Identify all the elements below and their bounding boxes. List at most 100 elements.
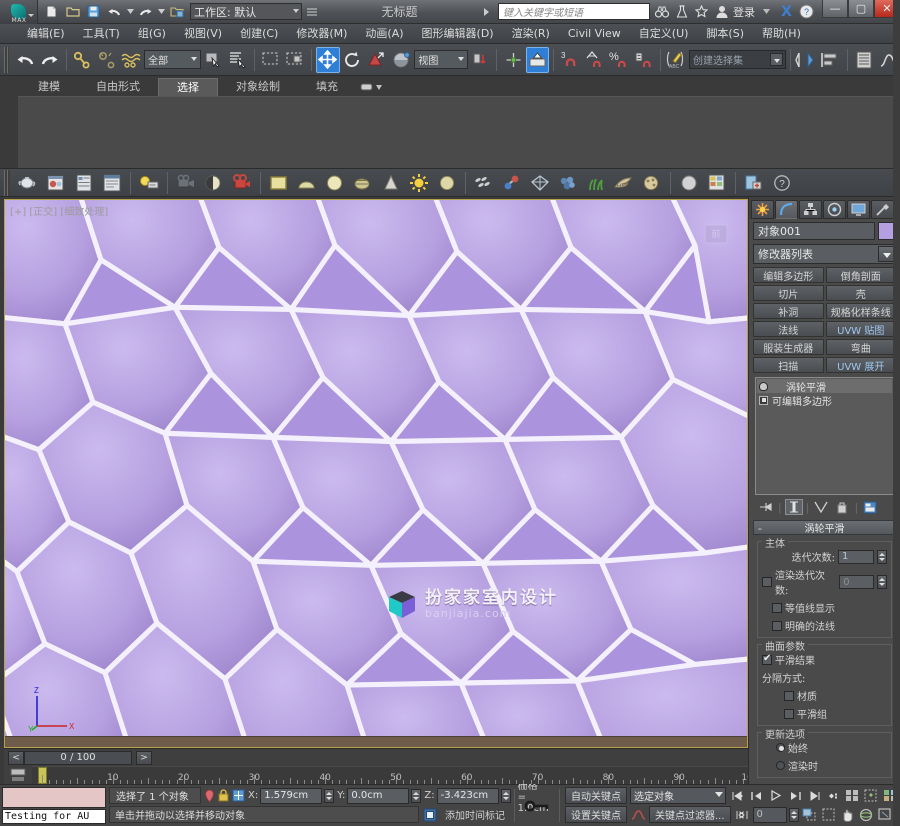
lightbulb-icon[interactable] <box>759 381 768 391</box>
menu-item-modifiers[interactable]: 修改器(M) <box>287 24 356 44</box>
iterations-spinner[interactable] <box>877 549 887 564</box>
open-file-icon[interactable] <box>63 2 82 21</box>
reference-coordinate-system-icon[interactable] <box>390 47 414 73</box>
next-frame-icon[interactable] <box>786 787 803 804</box>
modifier-list-dropdown[interactable]: 修改器列表 <box>753 244 896 264</box>
menu-item-edit[interactable]: 编辑(E) <box>18 24 74 44</box>
select-key-icon[interactable] <box>862 787 879 804</box>
atom-bond-icon[interactable] <box>499 170 525 196</box>
spinner-snap-toggle-icon[interactable] <box>632 47 656 73</box>
search-input[interactable]: 键入关键字或短语 <box>498 3 650 20</box>
binoculars-icon[interactable] <box>653 3 670 20</box>
set-key-button[interactable]: 设置关键点 <box>565 806 627 823</box>
help-icon[interactable]: ? <box>769 170 795 196</box>
frame-counter[interactable]: 0 / 100 <box>24 750 132 765</box>
key-filters-curve-icon[interactable] <box>630 807 646 823</box>
use-selection-center-icon[interactable] <box>501 47 525 73</box>
menu-item-tools[interactable]: 工具(T) <box>74 24 129 44</box>
modifier-button-bevel-profile[interactable]: 倒角剖面 <box>825 267 896 283</box>
user-icon[interactable] <box>713 3 730 20</box>
teapot-icon[interactable] <box>15 170 41 196</box>
named-selection-set-input[interactable]: 创建选择集 <box>688 50 786 69</box>
menu-item-graph-editors[interactable]: 图形编辑器(D) <box>413 24 503 44</box>
rollout-collapse-icon[interactable]: - <box>758 522 762 535</box>
smooth-result-checkbox[interactable] <box>762 653 772 665</box>
menu-item-group[interactable]: 组(G) <box>129 24 175 44</box>
box-primitive-icon[interactable] <box>266 170 292 196</box>
menu-item-scripting[interactable]: 脚本(S) <box>697 24 753 44</box>
percent-snap-toggle-icon[interactable]: % <box>607 47 631 73</box>
select-and-link-icon[interactable] <box>70 47 94 73</box>
selection-filter-dropdown[interactable]: 全部 <box>144 50 202 69</box>
pin-icon[interactable] <box>204 788 215 804</box>
time-configuration-icon[interactable] <box>843 787 860 804</box>
undo-dropdown-icon[interactable] <box>126 2 134 21</box>
update-when-rendering-radio[interactable] <box>776 761 785 770</box>
modifier-button-shell[interactable]: 壳 <box>825 285 896 301</box>
orbit-icon[interactable] <box>858 806 875 823</box>
modifier-button-edit-poly[interactable]: 编辑多边形 <box>753 267 824 283</box>
zoom-region-icon[interactable] <box>820 806 837 823</box>
rollout-header[interactable]: - 涡轮平滑 <box>753 520 896 535</box>
align-icon[interactable] <box>819 47 843 73</box>
goto-end-icon[interactable] <box>805 787 822 804</box>
coord-x-input[interactable]: 1.579cm <box>260 787 323 804</box>
display-tab[interactable] <box>847 199 870 219</box>
edit-named-selection-sets-icon[interactable]: ABC <box>664 47 688 73</box>
exchange-x-icon[interactable]: X <box>778 3 795 20</box>
chevron-down-icon[interactable] <box>878 246 894 262</box>
pin-stack-icon[interactable] <box>757 499 775 515</box>
sphere-primitive-icon[interactable] <box>322 170 348 196</box>
ribbon-tab-populate[interactable]: 填充 <box>298 78 356 96</box>
cloth-icon[interactable] <box>555 170 581 196</box>
maximize-viewport-icon[interactable] <box>877 806 894 823</box>
select-and-move-icon[interactable] <box>316 46 340 73</box>
add-time-tag-label[interactable]: 添加时间标记 <box>441 807 509 822</box>
select-object-icon[interactable] <box>202 47 226 73</box>
help-circle-icon[interactable]: ? <box>798 3 815 20</box>
modifier-button-unwrap-uvw[interactable]: UVW 展开 <box>825 357 896 373</box>
modifier-button-slice[interactable]: 切片 <box>753 285 824 301</box>
prev-frame-icon[interactable] <box>748 787 765 804</box>
coord-x-spinner[interactable] <box>324 788 335 803</box>
render-iterations-input[interactable]: 0 <box>839 575 875 589</box>
menu-item-customize[interactable]: 自定义(U) <box>630 24 698 44</box>
viewport-label[interactable]: [+] [正交] [细致处理] <box>10 203 108 218</box>
ribbon-overflow-button[interactable] <box>356 78 386 96</box>
workspace-field[interactable]: 工作区: 默认 <box>190 3 302 20</box>
modifier-stack-item-turbosmooth[interactable]: 涡轮平滑 <box>757 379 892 394</box>
coord-z-spinner[interactable] <box>500 788 511 803</box>
use-transform-coordinate-center-icon[interactable] <box>525 46 550 73</box>
show-end-result-icon[interactable] <box>784 499 803 515</box>
grass-hair-icon[interactable] <box>583 170 609 196</box>
toolbar-grip[interactable] <box>4 46 10 73</box>
teapot-wire-icon[interactable] <box>350 170 376 196</box>
star-icon[interactable] <box>693 3 710 20</box>
next-frame-button[interactable]: > <box>136 750 152 765</box>
undo-icon[interactable] <box>13 47 37 73</box>
login-label[interactable]: 登录 <box>733 4 755 20</box>
maxscript-listener[interactable]: Testing for AU <box>2 787 106 824</box>
render-setup-icon[interactable] <box>71 170 97 196</box>
current-frame-input[interactable]: 0 <box>752 806 787 823</box>
coord-z-input[interactable]: -3.423cm <box>436 787 499 804</box>
separate-smoothing-groups-checkbox[interactable] <box>784 708 794 719</box>
light-lister-icon[interactable] <box>136 170 162 196</box>
chevron-down-icon[interactable] <box>769 53 783 66</box>
menu-item-animation[interactable]: 动画(A) <box>356 24 412 44</box>
reference-coord-dropdown[interactable]: 视图 <box>414 50 468 69</box>
time-ruler[interactable]: 10 20 30 40 50 60 70 80 90 100 <box>32 766 748 784</box>
modifier-button-uvw-map[interactable]: UVW 贴图 <box>825 321 896 337</box>
workspace-menu-icon[interactable] <box>302 2 321 21</box>
render-iterations-spinner[interactable] <box>877 575 887 589</box>
coord-y-input[interactable]: 0.0cm <box>347 787 410 804</box>
create-tab[interactable] <box>751 199 774 219</box>
lock-icon[interactable] <box>218 788 229 804</box>
new-file-icon[interactable] <box>42 2 61 21</box>
listener-output-pane[interactable] <box>2 787 106 808</box>
current-frame-spinner[interactable] <box>788 807 799 822</box>
render-production-icon[interactable] <box>229 170 255 196</box>
listener-input-pane[interactable]: Testing for AU <box>2 809 106 824</box>
paint-deform-icon[interactable] <box>639 170 665 196</box>
modifier-stack-item-editable-poly[interactable]: 可编辑多边形 <box>757 393 892 408</box>
